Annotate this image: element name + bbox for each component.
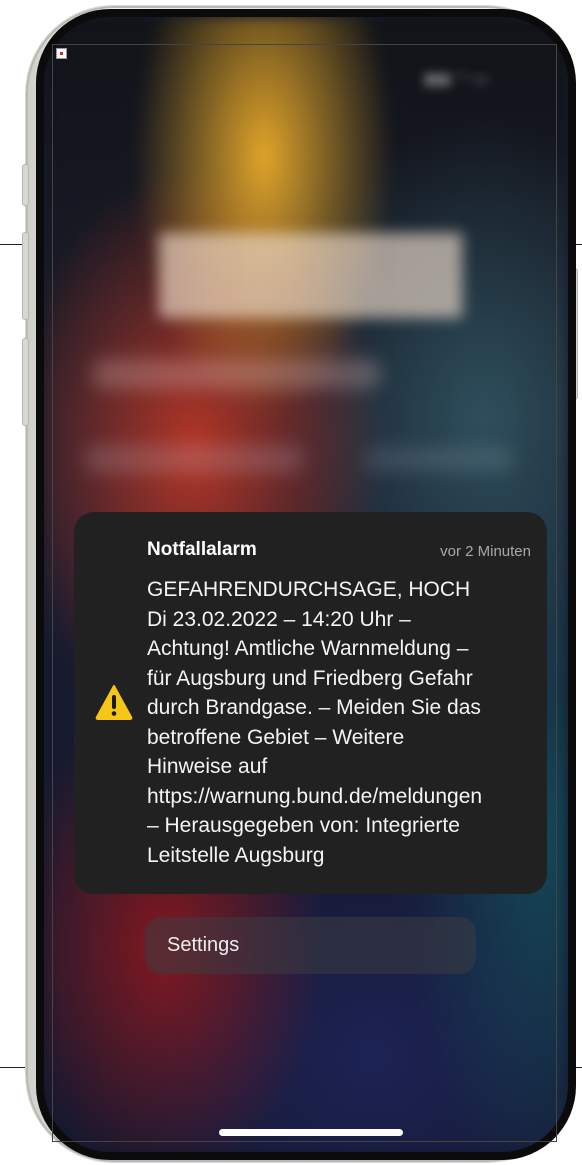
blurred-widget-bar-right bbox=[364, 447, 514, 471]
notification-line: Di 23.02.2022 – 14:20 Uhr – bbox=[147, 607, 411, 631]
volume-down-button bbox=[22, 338, 29, 426]
warning-triangle-icon bbox=[95, 685, 133, 720]
screenshot-stage: ▮▮▮ ◠ ▭ ▆▆▆▆ Notfallalarm vor 2 Minuten … bbox=[0, 0, 582, 1165]
blurred-clock: ▆▆▆▆ bbox=[160, 205, 464, 317]
notification-line: Leitstelle Augsburg bbox=[147, 843, 325, 867]
notification-line: https://warnung.bund.de/meldungen bbox=[147, 784, 483, 808]
notification-message: GEFAHRENDURCHSAGE, HOCH Di 23.02.2022 – … bbox=[147, 575, 539, 870]
settings-button[interactable]: Settings bbox=[145, 917, 476, 974]
notification-line: Hinweise auf bbox=[147, 755, 268, 778]
notification-line: für Augsburg und Friedberg Gefahr bbox=[147, 666, 473, 690]
volume-up-button bbox=[22, 232, 29, 320]
notification-line: – Herausgegeben von: Integrierte bbox=[147, 814, 460, 837]
mute-switch bbox=[22, 164, 29, 206]
notification-line: betroffene Gebiet – Weitere bbox=[147, 725, 405, 749]
notification-app-name: Notfallalarm bbox=[147, 539, 257, 560]
notification-line: durch Brandgase. – Meiden Sie das bbox=[147, 696, 481, 719]
settings-button-label: Settings bbox=[167, 934, 240, 956]
blurred-status-bar: ▮▮▮ ◠ ▭ bbox=[424, 71, 489, 88]
broken-image-icon bbox=[56, 48, 67, 59]
notification-card[interactable]: Notfallalarm vor 2 Minuten GEFAHRENDURCH… bbox=[74, 512, 547, 894]
blurred-widget-bar bbox=[84, 445, 304, 473]
blurred-date-bar bbox=[92, 359, 382, 389]
power-button bbox=[571, 268, 578, 400]
notification-timestamp: vor 2 Minuten bbox=[440, 543, 531, 560]
notification-line: GEFAHRENDURCHSAGE, HOCH bbox=[147, 578, 471, 601]
home-indicator[interactable] bbox=[219, 1129, 403, 1136]
notification-line: Achtung! Amtliche Warnmeldung – bbox=[147, 637, 469, 660]
